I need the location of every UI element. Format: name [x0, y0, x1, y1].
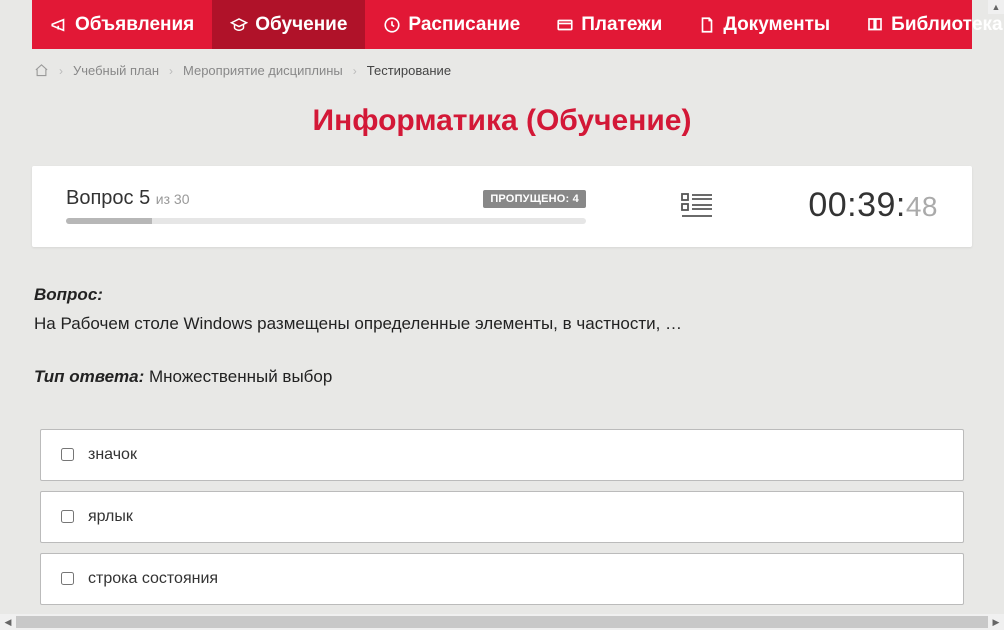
scroll-up-arrow[interactable]: ▲	[988, 0, 1004, 14]
answer-option[interactable]: ярлык	[40, 491, 964, 543]
nav-item-announcements[interactable]: Объявления	[32, 0, 212, 49]
document-icon	[698, 16, 716, 34]
nav-item-education[interactable]: Обучение	[212, 0, 365, 49]
answer-type: Тип ответа: Множественный выбор	[34, 367, 970, 387]
question-number: Вопрос 5 из 30	[66, 187, 189, 210]
progress-fill	[66, 218, 152, 224]
skipped-badge: ПРОПУЩЕНО: 4	[483, 190, 586, 208]
nav-label: Объявления	[75, 14, 194, 36]
scroll-right-arrow[interactable]: ▶	[988, 614, 1004, 630]
nav-label: Обучение	[255, 14, 347, 36]
nav-item-documents[interactable]: Документы	[680, 0, 848, 49]
timer: 00:39:48	[808, 186, 938, 225]
megaphone-icon	[50, 16, 68, 34]
page-title: Информатика (Обучение)	[32, 104, 972, 138]
option-checkbox[interactable]	[61, 572, 74, 585]
chevron-right-icon: ›	[59, 64, 63, 78]
horizontal-scrollbar[interactable]: ◀ ▶	[0, 614, 1004, 630]
scrollbar-thumb[interactable]	[16, 616, 988, 628]
breadcrumb-link[interactable]: Мероприятие дисциплины	[183, 63, 343, 78]
breadcrumb: › Учебный план › Мероприятие дисциплины …	[32, 49, 972, 92]
education-icon	[230, 16, 248, 34]
question-content: Вопрос: На Рабочем столе Windows размеще…	[32, 285, 972, 605]
nav-label: Расписание	[408, 14, 520, 36]
nav-item-schedule[interactable]: Расписание	[365, 0, 538, 49]
question-list-icon[interactable]	[681, 192, 713, 220]
answer-options: значок ярлык строка состояния	[34, 429, 970, 605]
option-text: ярлык	[88, 508, 133, 526]
nav-item-library[interactable]: Библиотека ⌄	[848, 0, 1004, 49]
progress-bar	[66, 218, 586, 224]
breadcrumb-current: Тестирование	[367, 63, 451, 78]
clock-icon	[383, 16, 401, 34]
payment-icon	[556, 16, 574, 34]
status-card: Вопрос 5 из 30 ПРОПУЩЕНО: 4	[32, 166, 972, 247]
option-checkbox[interactable]	[61, 448, 74, 461]
option-text: строка состояния	[88, 570, 218, 588]
option-checkbox[interactable]	[61, 510, 74, 523]
chevron-right-icon: ›	[353, 64, 357, 78]
nav-label: Библиотека	[891, 14, 1002, 36]
question-prompt-label: Вопрос:	[34, 285, 970, 305]
nav-label: Платежи	[581, 14, 662, 36]
chevron-right-icon: ›	[169, 64, 173, 78]
question-text: На Рабочем столе Windows размещены опред…	[34, 311, 970, 337]
book-icon	[866, 16, 884, 34]
nav-item-payments[interactable]: Платежи	[538, 0, 680, 49]
breadcrumb-link[interactable]: Учебный план	[73, 63, 159, 78]
answer-option[interactable]: значок	[40, 429, 964, 481]
scroll-left-arrow[interactable]: ◀	[0, 614, 16, 630]
home-icon[interactable]	[34, 63, 49, 78]
option-text: значок	[88, 446, 137, 464]
nav-label: Документы	[723, 14, 830, 36]
scrollbar-track[interactable]	[16, 614, 988, 630]
answer-option[interactable]: строка состояния	[40, 553, 964, 605]
main-nav: Объявления Обучение Расписание Платежи	[32, 0, 972, 49]
